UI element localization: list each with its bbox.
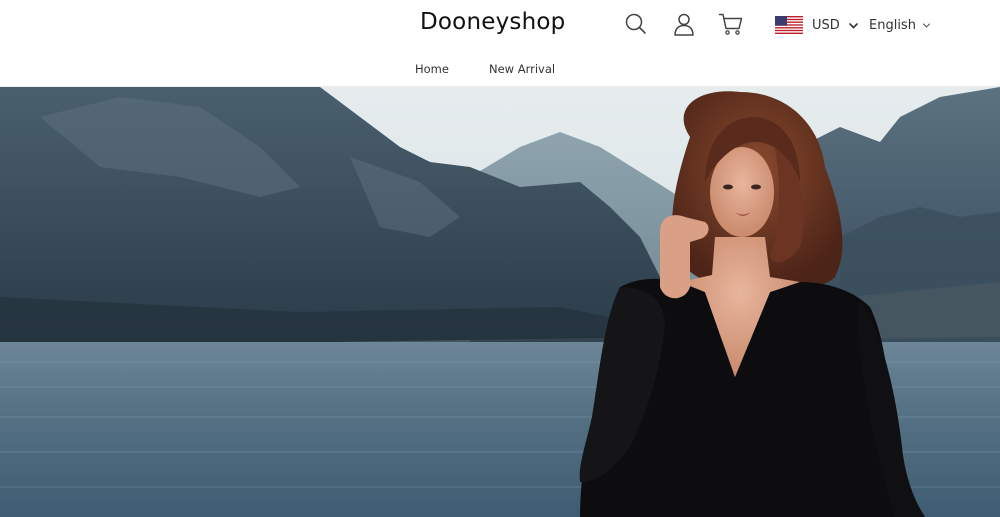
chevron-down-icon xyxy=(922,22,931,28)
site-header: Dooneyshop USD English Home New Arrival xyxy=(0,0,1000,87)
nav-item-home[interactable]: Home xyxy=(415,62,449,76)
hero-image xyxy=(0,87,1000,517)
currency-selector[interactable]: USD xyxy=(775,14,858,36)
language-selector[interactable]: English xyxy=(869,14,931,36)
cart-icon xyxy=(718,13,743,35)
hero-banner[interactable] xyxy=(0,87,1000,517)
main-navigation: Home New Arrival xyxy=(0,62,1000,78)
chevron-down-icon xyxy=(848,22,858,28)
currency-label: USD xyxy=(812,17,840,33)
account-button[interactable] xyxy=(671,11,697,37)
search-icon xyxy=(625,13,646,34)
language-label: English xyxy=(869,17,916,33)
nav-item-new-arrival[interactable]: New Arrival xyxy=(489,62,555,76)
site-logo[interactable]: Dooneyshop xyxy=(420,9,565,35)
cart-button[interactable] xyxy=(718,11,744,37)
us-flag-icon xyxy=(775,16,803,34)
search-button[interactable] xyxy=(623,11,649,37)
user-icon xyxy=(674,13,694,36)
